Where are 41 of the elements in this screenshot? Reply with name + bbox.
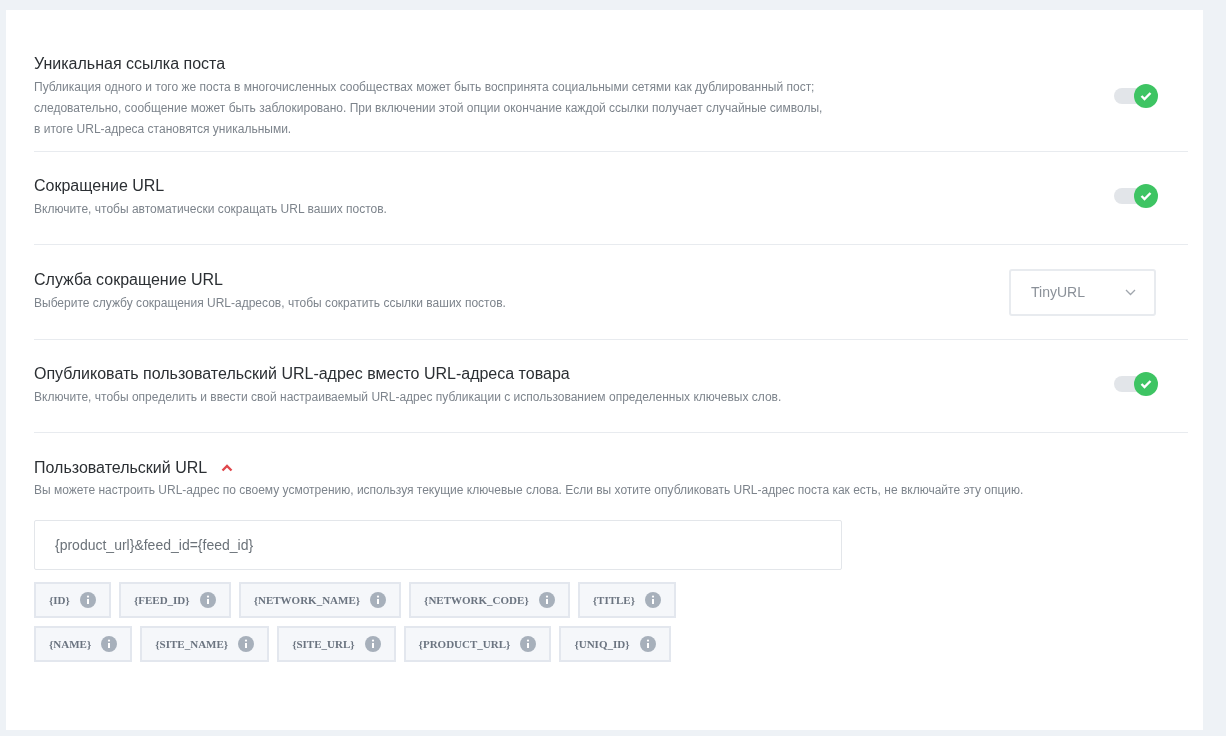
custom-url-field[interactable]: {product_url}&feed_id={feed_id} — [34, 520, 842, 570]
info-icon — [199, 592, 216, 608]
toggle-switch[interactable] — [1114, 83, 1158, 108]
keyword-tag[interactable]: {PRODUCT_URL} — [403, 626, 552, 662]
keyword-tag[interactable]: {ID} — [34, 582, 111, 618]
keyword-tag[interactable]: {NAME} — [34, 626, 133, 662]
section-title: Пользовательский URL — [34, 459, 208, 477]
collapse-toggle[interactable] — [221, 464, 234, 472]
toggle-switch[interactable] — [1114, 372, 1158, 396]
check-icon — [1140, 90, 1152, 101]
keyword-tag[interactable]: {NETWORK_NAME} — [238, 582, 402, 618]
setting-description: Выберите службу сокращения URL-адресов, чтобы сократить ссылки ваших постов. — [34, 294, 507, 312]
info-icon — [639, 636, 656, 652]
info-icon — [101, 636, 118, 652]
keyword-tag[interactable]: {SITE_NAME} — [140, 626, 270, 662]
keyword-tag[interactable]: {TITLE} — [577, 582, 677, 618]
chevron-down-icon — [1125, 288, 1136, 296]
keyword-tag[interactable]: {UNIQ_ID} — [559, 626, 671, 662]
shortener-dropdown[interactable]: TinyURL — [1009, 268, 1156, 316]
setting-title: Опубликовать пользовательский URL-адрес вместо URL-адреса товара — [34, 364, 571, 383]
setting-description: Включите, чтобы автоматически сокращать URL ваших постов. — [34, 200, 388, 218]
keyword-tag[interactable]: {FEED_ID} — [118, 582, 231, 618]
setting-description: Включите, чтобы определить и ввести свой настраиваемый URL-адрес публикации с использованием определенных ключевых слов. — [34, 388, 783, 406]
check-icon — [1140, 191, 1152, 201]
section-description: Вы можете настроить URL-адрес по своему усмотрению, используя текущие ключевые слова. Если вы хотите опубликовать URL-адрес поста как есть, не включайте эту опцию. — [34, 483, 1025, 497]
info-icon — [79, 592, 96, 608]
setting-title: Уникальная ссылка поста — [34, 55, 227, 73]
info-icon — [238, 636, 255, 652]
caret-icon — [221, 464, 234, 472]
keyword-tag[interactable]: {NETWORK_CODE} — [409, 582, 570, 618]
info-icon — [364, 636, 381, 652]
setting-description: Публикация одного и того же поста в многочисленных сообществах может быть воспринята социальными сетями как дублированный пост; следовательно, сообщение может быть заблокировано. При включении этой опции окончание каждой ссылки получает случайные символы, в итоге URL-адреса становятся уникальными. — [34, 79, 824, 138]
setting-title: Служба сокращение URL — [34, 270, 224, 289]
keyword-tag[interactable]: {SITE_URL} — [277, 626, 396, 662]
info-icon — [370, 592, 387, 608]
info-icon — [538, 592, 555, 608]
setting-title: Сокращение URL — [34, 176, 166, 195]
info-icon — [520, 636, 537, 652]
info-icon — [645, 592, 662, 608]
toggle-switch[interactable] — [1114, 184, 1158, 208]
check-icon — [1140, 379, 1152, 389]
